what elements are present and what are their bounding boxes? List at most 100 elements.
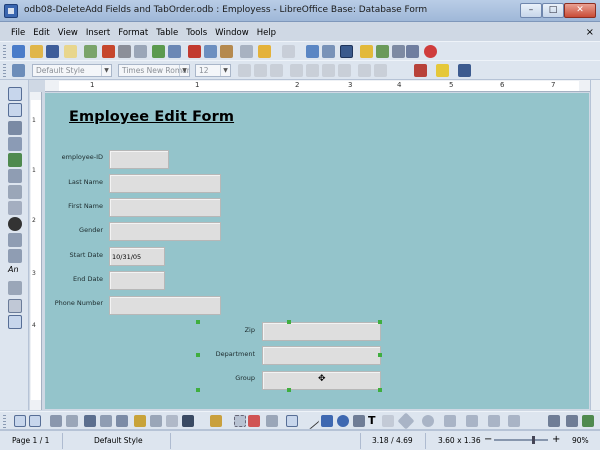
image-control-icon[interactable]	[116, 415, 128, 427]
zoom-in-button[interactable]: +	[552, 434, 560, 445]
bullets-icon[interactable]	[374, 64, 387, 77]
date-field-icon[interactable]	[150, 415, 162, 427]
gallery-icon[interactable]	[376, 45, 389, 58]
menu-view[interactable]: View	[54, 27, 82, 41]
callout-icon[interactable]	[382, 415, 394, 427]
italic-icon[interactable]	[254, 64, 267, 77]
print-preview-icon[interactable]	[134, 45, 147, 58]
close-document-icon[interactable]: ×	[586, 27, 594, 38]
group-box-icon[interactable]	[134, 415, 146, 427]
menu-help[interactable]: Help	[253, 27, 280, 41]
copy-icon[interactable]	[204, 45, 217, 58]
selection-handle[interactable]	[378, 353, 382, 357]
option-button-icon[interactable]	[8, 217, 22, 231]
select-icon[interactable]	[8, 87, 22, 101]
push-button-icon[interactable]	[8, 201, 22, 215]
toolbar-grip[interactable]	[3, 45, 6, 59]
selection-handle[interactable]	[287, 320, 291, 324]
align-left-icon[interactable]	[290, 64, 303, 77]
bold-icon[interactable]	[238, 64, 251, 77]
selection-handle[interactable]	[378, 388, 382, 392]
text-box-icon[interactable]	[8, 169, 22, 183]
alignment-icon[interactable]	[210, 415, 222, 427]
data-sources-icon[interactable]	[392, 45, 405, 58]
cut-icon[interactable]	[188, 45, 201, 58]
first-name-field[interactable]	[109, 198, 221, 217]
form-design-icon[interactable]	[8, 299, 22, 313]
points-icon[interactable]	[548, 415, 560, 427]
text-icon[interactable]: T	[368, 415, 380, 427]
list-box-icon[interactable]	[8, 233, 22, 247]
drawing-select-icon[interactable]	[286, 415, 298, 427]
table-control-icon[interactable]	[84, 415, 96, 427]
basic-shapes-icon[interactable]	[397, 412, 415, 430]
maximize-button[interactable]: □	[542, 3, 564, 18]
font-color-icon[interactable]	[414, 64, 427, 77]
form-document[interactable]: Employee Edit Form employee-ID Last Name…	[45, 93, 589, 409]
font-work-icon[interactable]: An	[8, 265, 22, 279]
arrange-icon[interactable]	[248, 415, 260, 427]
minimize-button[interactable]: –	[520, 3, 542, 18]
control-wizards-icon[interactable]	[8, 121, 22, 135]
align-right-icon[interactable]	[322, 64, 335, 77]
grid-icon[interactable]	[66, 415, 78, 427]
menu-window[interactable]: Window	[211, 27, 253, 41]
vertical-scrollbar[interactable]	[590, 80, 600, 410]
hyperlink-icon[interactable]	[306, 45, 319, 58]
label-field-icon[interactable]	[8, 185, 22, 199]
export-pdf-icon[interactable]	[102, 45, 115, 58]
edit-file-icon[interactable]	[84, 45, 97, 58]
more-controls-icon[interactable]	[8, 281, 22, 295]
end-date-field[interactable]	[109, 271, 165, 290]
font-size-select[interactable]: 12 ▼	[195, 64, 231, 77]
clone-formatting-icon[interactable]	[240, 45, 253, 58]
undo-icon[interactable]	[258, 45, 271, 58]
zoom-level[interactable]: 90%	[572, 436, 589, 445]
toolbar-grip[interactable]	[3, 64, 6, 78]
start-date-field[interactable]: 10/31/05	[109, 247, 165, 266]
control-properties-icon[interactable]	[8, 137, 22, 151]
design-mode-icon[interactable]	[340, 45, 353, 58]
justify-icon[interactable]	[338, 64, 351, 77]
navigation-bar-icon[interactable]	[100, 415, 112, 427]
flowcharts-icon[interactable]	[466, 415, 478, 427]
selection-handle[interactable]	[196, 353, 200, 357]
menu-format[interactable]: Format	[114, 27, 152, 41]
highlighting-icon[interactable]	[436, 64, 449, 77]
menu-file[interactable]: File	[7, 27, 29, 41]
toolbar-grip[interactable]	[3, 415, 6, 429]
zoom-out-button[interactable]: −	[484, 434, 492, 445]
menu-edit[interactable]: Edit	[29, 27, 53, 41]
rectangle-icon[interactable]	[321, 415, 333, 427]
gender-field[interactable]	[109, 222, 221, 241]
department-field[interactable]	[262, 346, 381, 365]
page-indicator[interactable]: Page 1 / 1	[12, 436, 49, 445]
callouts-icon[interactable]	[488, 415, 500, 427]
design-mode-toggle-icon[interactable]	[8, 103, 22, 117]
selection-handle[interactable]	[196, 320, 200, 324]
insert-image-icon[interactable]	[582, 415, 594, 427]
design-mode-icon[interactable]	[29, 415, 41, 427]
selection-handle[interactable]	[287, 388, 291, 392]
employee-id-field[interactable]	[109, 150, 169, 169]
selection-handle[interactable]	[378, 320, 382, 324]
email-icon[interactable]	[64, 45, 77, 58]
background-color-icon[interactable]	[458, 64, 471, 77]
phone-number-field[interactable]	[109, 296, 221, 315]
font-name-select[interactable]: Times New Roman ▼	[118, 64, 190, 77]
autospellcheck-icon[interactable]	[168, 45, 181, 58]
print-icon[interactable]	[118, 45, 131, 58]
menu-tools[interactable]: Tools	[182, 27, 211, 41]
checkbox-icon[interactable]	[8, 153, 22, 167]
vertical-ruler[interactable]: 1 1 2 3 4	[30, 92, 42, 410]
zoom-slider[interactable]	[494, 436, 548, 444]
redo-icon[interactable]	[282, 45, 295, 58]
extrusion-icon[interactable]	[266, 415, 278, 427]
menu-table[interactable]: Table	[152, 27, 182, 41]
combo-box-icon[interactable]	[8, 249, 22, 263]
menu-insert[interactable]: Insert	[82, 27, 114, 41]
group-icon[interactable]	[234, 415, 246, 427]
page-style[interactable]: Default Style	[94, 436, 143, 445]
select-tool-icon[interactable]	[14, 415, 26, 427]
fontwork-gallery-icon[interactable]	[566, 415, 578, 427]
